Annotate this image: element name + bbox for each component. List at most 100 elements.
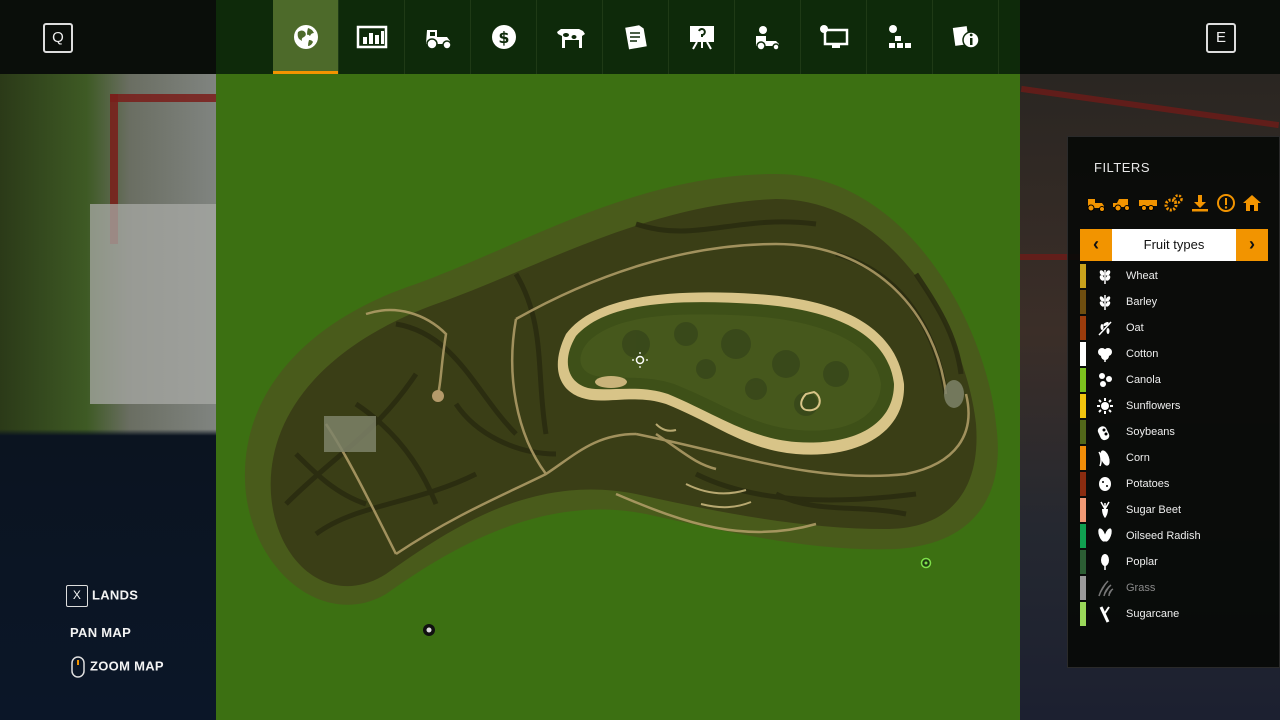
animals-icon <box>556 29 585 48</box>
filter-type-selector: ‹ Fruit types › <box>1080 229 1268 261</box>
harvester-filter-icon[interactable] <box>1111 193 1133 213</box>
fruit-type-label: Canola <box>1126 374 1161 386</box>
farmyard-area <box>324 416 376 452</box>
gears-filter-icon[interactable] <box>1163 193 1185 213</box>
tractor-filter-icon[interactable] <box>1085 193 1107 213</box>
fruit-color-swatch <box>1080 602 1086 626</box>
fruit-type-item[interactable]: Sunflowers <box>1080 393 1270 419</box>
contracts-icon <box>624 25 647 50</box>
fruit-type-label: Sugarcane <box>1126 608 1180 620</box>
fruit-type-label: Corn <box>1126 452 1150 464</box>
fruit-color-swatch <box>1080 290 1086 314</box>
fruit-type-item[interactable]: Sugarcane <box>1080 601 1270 627</box>
fruit-type-item[interactable]: Wheat <box>1080 263 1270 289</box>
fruit-type-item[interactable]: Poplar <box>1080 549 1270 575</box>
corn-icon <box>1096 449 1114 467</box>
barley-icon <box>1096 293 1114 311</box>
fruit-type-label: Sugar Beet <box>1126 504 1182 516</box>
tab-map[interactable] <box>273 0 339 74</box>
tab-help[interactable] <box>933 0 999 74</box>
fruit-type-item[interactable]: Barley <box>1080 289 1270 315</box>
oat-icon <box>1096 319 1114 337</box>
fruit-type-item[interactable]: Sugar Beet <box>1080 497 1270 523</box>
map-view[interactable] <box>216 74 1020 720</box>
fruit-type-item[interactable]: Corn <box>1080 445 1270 471</box>
production-icon <box>819 25 848 48</box>
fruit-type-item[interactable]: Oilseed Radish <box>1080 523 1270 549</box>
fruit-type-item[interactable]: Cotton <box>1080 341 1270 367</box>
fruit-type-item[interactable]: Canola <box>1080 367 1270 393</box>
lands-label: LANDS <box>92 587 139 603</box>
sugarbeet-icon <box>1096 501 1114 519</box>
zoom-map-label: ZOOM MAP <box>90 658 164 674</box>
lands-control[interactable]: X LANDS <box>66 585 138 607</box>
fruit-color-swatch <box>1080 446 1086 470</box>
next-page-key[interactable]: E <box>1206 23 1236 53</box>
grass-icon <box>1096 579 1114 597</box>
selector-next-button[interactable]: › <box>1236 229 1268 261</box>
fruit-color-swatch <box>1080 342 1086 366</box>
fruit-type-list: Wheat Barley Oat Cotton Canola Sunflowers Soyb… <box>1080 263 1270 627</box>
potato-icon <box>1096 475 1114 493</box>
canola-icon <box>1096 371 1114 389</box>
statistics-icon <box>356 25 387 49</box>
fruit-type-label: Barley <box>1126 296 1158 308</box>
tab-garage[interactable] <box>735 0 801 74</box>
svg-text:$: $ <box>498 28 509 47</box>
fruit-type-label: Oat <box>1126 322 1144 334</box>
selector-value: Fruit types <box>1112 229 1236 261</box>
settings-icon <box>888 25 911 48</box>
fruit-type-label: Poplar <box>1126 556 1158 568</box>
fruit-type-label: Soybeans <box>1126 426 1175 438</box>
farmhouse-filter-icon[interactable] <box>1241 193 1263 213</box>
top-menu-bar: Q $ E <box>0 0 1280 74</box>
fruit-color-swatch <box>1080 498 1086 522</box>
selector-prev-button[interactable]: ‹ <box>1080 229 1112 261</box>
hotspot-marker-shop[interactable] <box>423 624 435 636</box>
finances-icon: $ <box>491 25 516 49</box>
garage-icon <box>755 26 780 51</box>
tab-contracts[interactable] <box>603 0 669 74</box>
fruit-type-label: Grass <box>1126 582 1156 594</box>
tractor-icon <box>425 30 452 50</box>
fruit-type-item[interactable]: Oat <box>1080 315 1270 341</box>
help-icon <box>952 26 980 49</box>
hotspot-marker-green[interactable] <box>920 557 932 569</box>
fruit-type-item[interactable]: Soybeans <box>1080 419 1270 445</box>
previous-page-key[interactable]: Q <box>43 23 73 53</box>
wheat-icon <box>1096 267 1114 285</box>
sunflower-icon <box>1096 397 1114 415</box>
zoom-map-control: ZOOM MAP <box>70 656 164 678</box>
trailer-filter-icon[interactable] <box>1137 193 1159 213</box>
soybean-icon <box>1096 423 1114 441</box>
terrain-map <box>244 174 998 636</box>
fruit-color-swatch <box>1080 550 1086 574</box>
fruit-color-swatch <box>1080 420 1086 444</box>
warning-filter-icon[interactable] <box>1215 193 1237 213</box>
tutorial-icon <box>689 26 714 50</box>
fruit-color-swatch <box>1080 524 1086 548</box>
tab-production[interactable] <box>801 0 867 74</box>
tab-finances[interactable]: $ <box>471 0 537 74</box>
fruit-type-item[interactable]: Grass <box>1080 575 1270 601</box>
fruit-type-label: Cotton <box>1126 348 1159 360</box>
fruit-color-swatch <box>1080 472 1086 496</box>
tab-tutorial[interactable] <box>669 0 735 74</box>
tab-vehicles[interactable] <box>405 0 471 74</box>
fruit-type-item[interactable]: Potatoes <box>1080 471 1270 497</box>
tab-settings[interactable] <box>867 0 933 74</box>
download-filter-icon[interactable] <box>1189 193 1211 213</box>
tab-statistics[interactable] <box>339 0 405 74</box>
tab-animals[interactable] <box>537 0 603 74</box>
fruit-type-label: Sunflowers <box>1126 400 1181 412</box>
pan-map-control: PAN MAP <box>70 625 131 640</box>
filter-category-icons <box>1085 193 1263 213</box>
fruit-color-swatch <box>1080 394 1086 418</box>
fruit-color-swatch <box>1080 316 1086 340</box>
menu-tabs: $ <box>216 0 1020 74</box>
filters-panel: FILTERS ‹ Fruit types › Wheat Barley Oat Co… <box>1067 136 1280 668</box>
background-scene-left <box>0 74 216 720</box>
fruit-color-swatch <box>1080 576 1086 600</box>
fruit-color-swatch <box>1080 368 1086 392</box>
poplar-icon <box>1096 553 1114 571</box>
